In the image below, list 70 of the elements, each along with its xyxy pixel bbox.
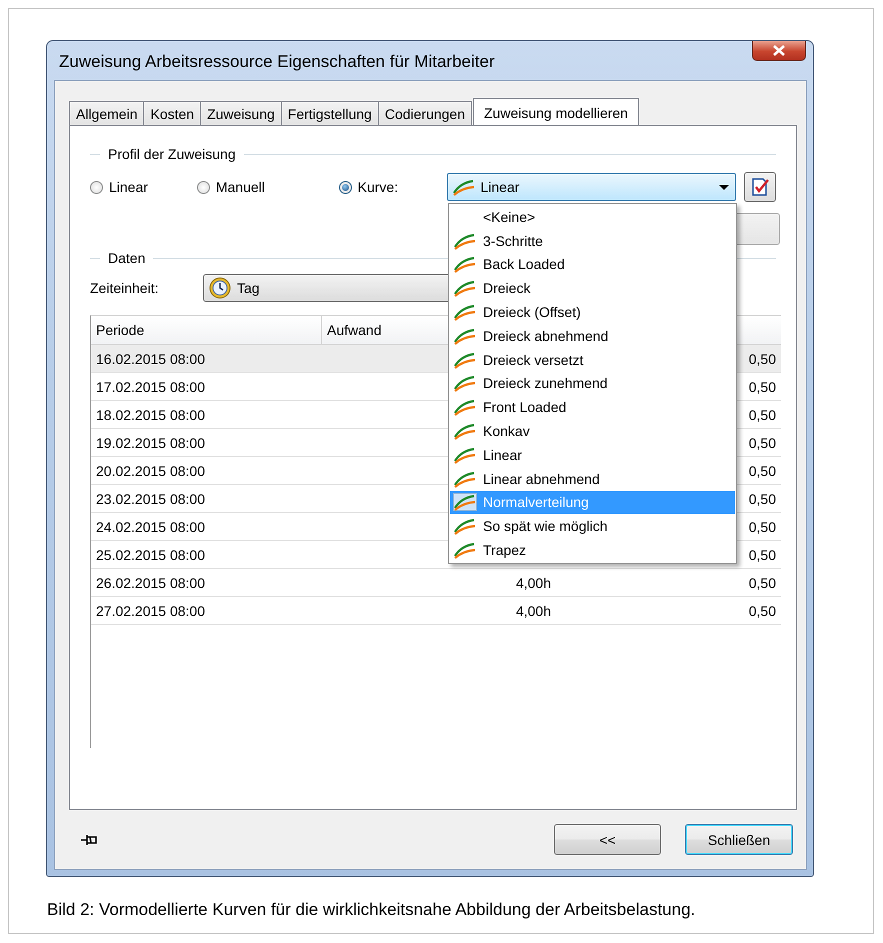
curve-icon bbox=[453, 255, 477, 274]
dialog-button[interactable]: Schließen bbox=[685, 824, 793, 855]
curve-icon bbox=[453, 326, 477, 345]
value-cell: 0,50 bbox=[748, 434, 776, 450]
tab[interactable]: Fertigstellung bbox=[280, 101, 379, 125]
close-icon bbox=[773, 45, 785, 56]
tab[interactable]: Zuweisung bbox=[200, 101, 282, 125]
curve-icon bbox=[453, 517, 477, 536]
table-row[interactable]: 27.02.2015 08:00 4,00h 0,50 bbox=[91, 597, 781, 625]
effort-cell: 4,00h bbox=[516, 574, 551, 590]
value-cell: 0,50 bbox=[748, 546, 776, 562]
close-button[interactable] bbox=[752, 41, 806, 61]
window-title: Zuweisung Arbeitsressource Eigenschaften für Mitarbeiter bbox=[59, 52, 495, 72]
curve-icon bbox=[453, 398, 477, 416]
curve-icon bbox=[453, 279, 477, 298]
value-cell: 0,50 bbox=[748, 574, 776, 590]
value-cell: 0,50 bbox=[748, 350, 776, 366]
value-cell: 0,50 bbox=[748, 378, 776, 394]
table-row[interactable]: 26.02.2015 08:00 4,00h 0,50 bbox=[91, 569, 781, 597]
curve-icon bbox=[453, 422, 477, 440]
edit-button[interactable] bbox=[744, 172, 776, 202]
effort-cell: 4,00h bbox=[516, 602, 551, 618]
period-cell: 17.02.2015 08:00 bbox=[96, 378, 205, 394]
radio-button[interactable]: Manuell bbox=[196, 179, 339, 195]
curve-dropdown[interactable]: Linear bbox=[447, 173, 736, 201]
period-cell: 27.02.2015 08:00 bbox=[96, 602, 205, 618]
period-cell: 20.02.2015 08:00 bbox=[96, 462, 205, 478]
pin-icon[interactable] bbox=[81, 834, 99, 846]
period-cell: 25.02.2015 08:00 bbox=[96, 546, 205, 562]
dropdown-option[interactable]: So spät wie möglich bbox=[450, 514, 735, 538]
curve-icon bbox=[453, 446, 477, 464]
dropdown-option[interactable]: Back Loaded bbox=[450, 252, 735, 276]
dropdown-option[interactable]: Dreieck zunehmend bbox=[450, 372, 735, 396]
curve-icon bbox=[453, 493, 477, 512]
dropdown-option[interactable]: Trapez bbox=[450, 538, 735, 562]
column-header[interactable]: Periode bbox=[91, 316, 322, 344]
dropdown-option[interactable]: <Keine> bbox=[450, 205, 735, 229]
tab[interactable]: Codierungen bbox=[378, 101, 472, 125]
curve-icon bbox=[453, 232, 477, 250]
curve-icon bbox=[452, 178, 476, 196]
value-cell: 0,50 bbox=[748, 462, 776, 478]
curve-icon bbox=[453, 350, 477, 369]
value-cell: 0,50 bbox=[748, 518, 776, 534]
field-label: Zeiteinheit: bbox=[90, 280, 160, 296]
figure-caption: Bild 2: Vormodellierte Kurven für die wirklichkeitsnahe Abbildung der Arbeitsbelastung. bbox=[47, 900, 696, 920]
period-cell: 19.02.2015 08:00 bbox=[96, 434, 205, 450]
value-cell: 0,50 bbox=[748, 406, 776, 422]
document-check-icon bbox=[750, 177, 770, 197]
group-legend: Daten bbox=[108, 250, 146, 266]
clock-icon bbox=[209, 277, 231, 299]
curve-icon bbox=[453, 374, 477, 392]
radio-button[interactable]: Linear bbox=[90, 179, 197, 195]
tab[interactable]: Zuweisung modellieren bbox=[473, 98, 639, 126]
period-cell: 24.02.2015 08:00 bbox=[96, 518, 205, 534]
tab[interactable]: Kosten bbox=[143, 101, 202, 125]
radio-button[interactable]: Kurve: bbox=[338, 179, 448, 195]
value-cell: 0,50 bbox=[748, 602, 776, 618]
period-cell: 26.02.2015 08:00 bbox=[96, 574, 205, 590]
tab[interactable]: Allgemein bbox=[69, 101, 144, 125]
curve-icon bbox=[453, 541, 477, 560]
dropdown-option[interactable]: Dreieck versetzt bbox=[450, 348, 735, 372]
group-legend: Profil der Zuweisung bbox=[108, 146, 236, 162]
period-cell: 16.02.2015 08:00 bbox=[96, 350, 205, 366]
curve-icon bbox=[453, 303, 477, 322]
period-cell: 18.02.2015 08:00 bbox=[96, 406, 205, 422]
curve-icon bbox=[453, 470, 477, 488]
dialog-button[interactable]: << bbox=[554, 824, 661, 855]
value-cell: 0,50 bbox=[748, 490, 776, 506]
period-cell: 23.02.2015 08:00 bbox=[96, 490, 205, 506]
dropdown-option[interactable]: 3-Schritte bbox=[450, 228, 735, 253]
